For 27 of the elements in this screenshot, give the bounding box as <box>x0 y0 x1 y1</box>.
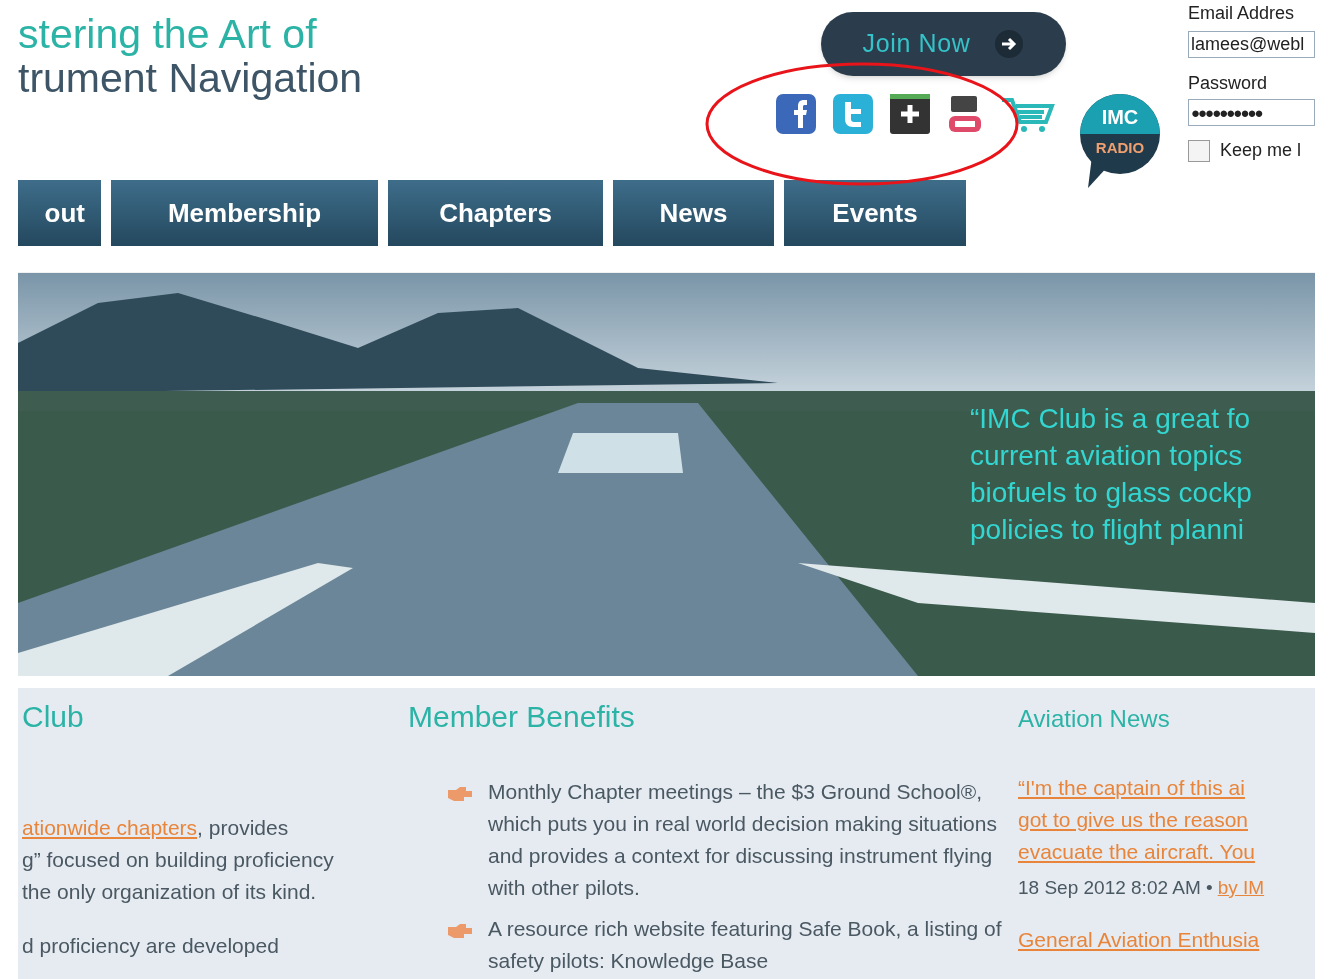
list-item-text: Monthly Chapter meetings – the $3 Ground School®, which puts you in real world decision making situations and provides a context for discussing instrument flying with other pilots. <box>488 779 998 901</box>
facebook-icon[interactable] <box>776 94 816 134</box>
nav-tab[interactable]: Chapters <box>388 180 603 246</box>
email-label: Email Addres <box>1188 2 1296 25</box>
section-heading: Member Benefits <box>408 699 636 735</box>
join-now-button[interactable]: Join Now <box>821 12 1066 76</box>
hand-pointer-icon <box>446 923 474 939</box>
remember-me-label: Keep me l <box>1220 139 1302 162</box>
remember-checkbox[interactable] <box>1188 139 1210 162</box>
section-heading: Aviation News <box>1018 704 1171 734</box>
nav-tab[interactable]: News <box>613 180 774 246</box>
plus-icon[interactable] <box>890 94 930 134</box>
nav-tab[interactable]: Events <box>784 180 966 246</box>
password-field[interactable]: ●●●●●●●●●● <box>1188 99 1315 126</box>
hand-pointer-icon <box>446 786 474 802</box>
list-item-text: A resource rich website featuring Safe Book, a listing of safety pilots: Knowledge Base <box>488 916 1003 974</box>
paragraph: ationwide chapters, provides g” focused on building proficiency the only organization of its kind. <box>22 815 335 905</box>
email-field[interactable]: lamees@webl <box>1188 31 1315 58</box>
site-title: stering the Art of <box>18 12 318 56</box>
paragraph: d proficiency are developed <box>22 933 280 959</box>
password-label: Password <box>1188 72 1269 95</box>
nav-tab[interactable]: out <box>18 180 101 246</box>
site-subtitle: trument Navigation <box>18 56 364 100</box>
nav-tab[interactable]: Membership <box>111 180 378 246</box>
section-heading: Club <box>22 699 85 735</box>
news-date: 18 Sep 2012 8:02 AM • <box>1018 876 1213 900</box>
hero-quote: “IMC Club is a great fo current aviation topics biofuels to glass cockp policies to flight planni <box>970 402 1252 547</box>
